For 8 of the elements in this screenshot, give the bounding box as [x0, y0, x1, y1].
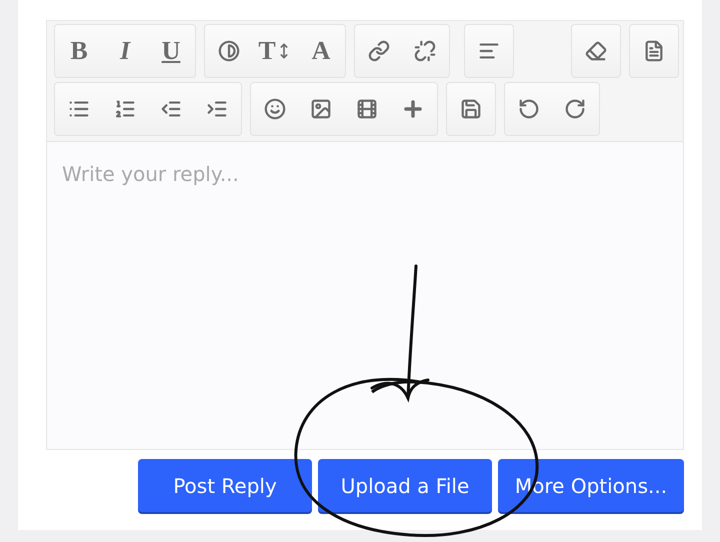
post-reply-button[interactable]: Post Reply	[138, 459, 312, 512]
upload-file-button[interactable]: Upload a File	[318, 459, 492, 512]
bold-button[interactable]: B	[56, 25, 102, 77]
font-button[interactable]: A	[298, 25, 344, 77]
italic-button[interactable]: I	[102, 25, 148, 77]
underline-button[interactable]: U	[148, 25, 194, 77]
font-size-button[interactable]: T	[252, 25, 298, 77]
reply-field[interactable]: Write your reply...	[47, 142, 683, 449]
